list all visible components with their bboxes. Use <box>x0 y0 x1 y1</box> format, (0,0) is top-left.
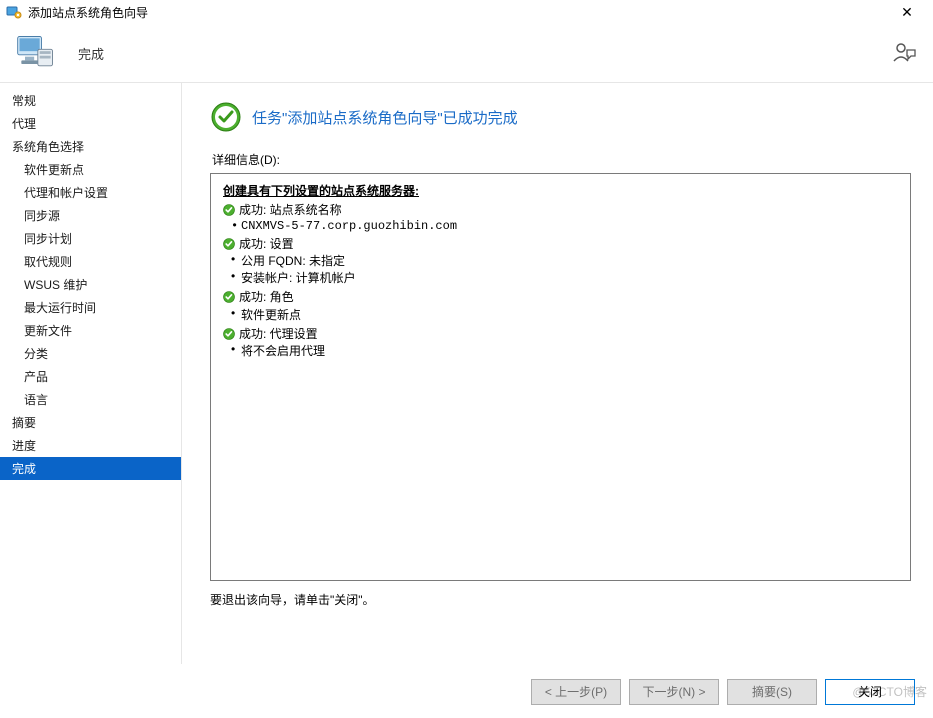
sidebar-item-16[interactable]: 完成 <box>0 457 181 480</box>
sidebar-item-3[interactable]: 软件更新点 <box>0 158 181 181</box>
details-box[interactable]: 创建具有下列设置的站点系统服务器: 成功: 站点系统名称CNXMVS-5-77.… <box>210 173 911 581</box>
wizard-icon <box>6 4 22 20</box>
success-check-icon <box>210 101 242 133</box>
success-banner: 任务"添加站点系统角色向导"已成功完成 <box>210 101 911 133</box>
detail-block-title: 成功: 设置 <box>223 237 898 253</box>
detail-block-1: 成功: 设置公用 FQDN: 未指定安装帐户: 计算机帐户 <box>223 237 898 287</box>
detail-bullet: CNXMVS-5-77.corp.guozhibin.com <box>223 219 898 233</box>
sidebar-item-9[interactable]: 最大运行时间 <box>0 296 181 319</box>
detail-block-title: 成功: 角色 <box>223 290 898 306</box>
detail-block-0: 成功: 站点系统名称CNXMVS-5-77.corp.guozhibin.com <box>223 203 898 233</box>
close-button[interactable]: 关闭 <box>825 679 915 705</box>
sidebar-item-12[interactable]: 产品 <box>0 365 181 388</box>
wizard-main: 任务"添加站点系统角色向导"已成功完成 详细信息(D): 创建具有下列设置的站点… <box>182 83 933 664</box>
sidebar-item-14[interactable]: 摘要 <box>0 411 181 434</box>
window-title: 添加站点系统角色向导 <box>28 4 887 21</box>
success-check-icon <box>223 291 235 303</box>
detail-block-title-text: 成功: 代理设置 <box>239 327 318 343</box>
success-check-icon <box>223 204 235 216</box>
wizard-sidebar: 常规代理系统角色选择软件更新点代理和帐户设置同步源同步计划取代规则WSUS 维护… <box>0 83 182 664</box>
detail-block-2: 成功: 角色软件更新点 <box>223 290 898 323</box>
sidebar-item-10[interactable]: 更新文件 <box>0 319 181 342</box>
wizard-footer: < 上一步(P) 下一步(N) > 摘要(S) 关闭 <box>0 664 933 718</box>
sidebar-item-15[interactable]: 进度 <box>0 434 181 457</box>
computer-icon <box>14 31 58 75</box>
sidebar-item-1[interactable]: 代理 <box>0 112 181 135</box>
detail-block-title-text: 成功: 站点系统名称 <box>239 203 342 219</box>
close-icon[interactable]: ✕ <box>887 1 927 23</box>
detail-block-title: 成功: 代理设置 <box>223 327 898 343</box>
sidebar-item-7[interactable]: 取代规则 <box>0 250 181 273</box>
title-bar: 添加站点系统角色向导 ✕ <box>0 0 933 24</box>
detail-bullet: 公用 FQDN: 未指定 <box>223 252 898 269</box>
success-message: 任务"添加站点系统角色向导"已成功完成 <box>252 107 518 128</box>
sidebar-item-13[interactable]: 语言 <box>0 388 181 411</box>
previous-button: < 上一步(P) <box>531 679 621 705</box>
sidebar-item-0[interactable]: 常规 <box>0 89 181 112</box>
next-button: 下一步(N) > <box>629 679 719 705</box>
sidebar-item-2[interactable]: 系统角色选择 <box>0 135 181 158</box>
details-heading: 创建具有下列设置的站点系统服务器: <box>223 182 898 199</box>
detail-block-title: 成功: 站点系统名称 <box>223 203 898 219</box>
detail-block-title-text: 成功: 设置 <box>239 237 294 253</box>
wizard-header: 完成 <box>0 24 933 82</box>
summary-button: 摘要(S) <box>727 679 817 705</box>
success-check-icon <box>223 328 235 340</box>
sidebar-item-5[interactable]: 同步源 <box>0 204 181 227</box>
detail-bullet: 软件更新点 <box>223 306 898 323</box>
sidebar-item-11[interactable]: 分类 <box>0 342 181 365</box>
step-title: 完成 <box>78 44 104 63</box>
sidebar-item-4[interactable]: 代理和帐户设置 <box>0 181 181 204</box>
sidebar-item-8[interactable]: WSUS 维护 <box>0 273 181 296</box>
detail-block-title-text: 成功: 角色 <box>239 290 294 306</box>
success-check-icon <box>223 238 235 250</box>
feedback-icon[interactable] <box>891 40 917 66</box>
sidebar-item-6[interactable]: 同步计划 <box>0 227 181 250</box>
detail-bullet: 将不会启用代理 <box>223 342 898 359</box>
detail-bullet: 安装帐户: 计算机帐户 <box>223 269 898 286</box>
exit-instruction: 要退出该向导，请单击"关闭"。 <box>210 591 911 608</box>
details-label: 详细信息(D): <box>212 151 911 168</box>
detail-block-3: 成功: 代理设置将不会启用代理 <box>223 327 898 360</box>
